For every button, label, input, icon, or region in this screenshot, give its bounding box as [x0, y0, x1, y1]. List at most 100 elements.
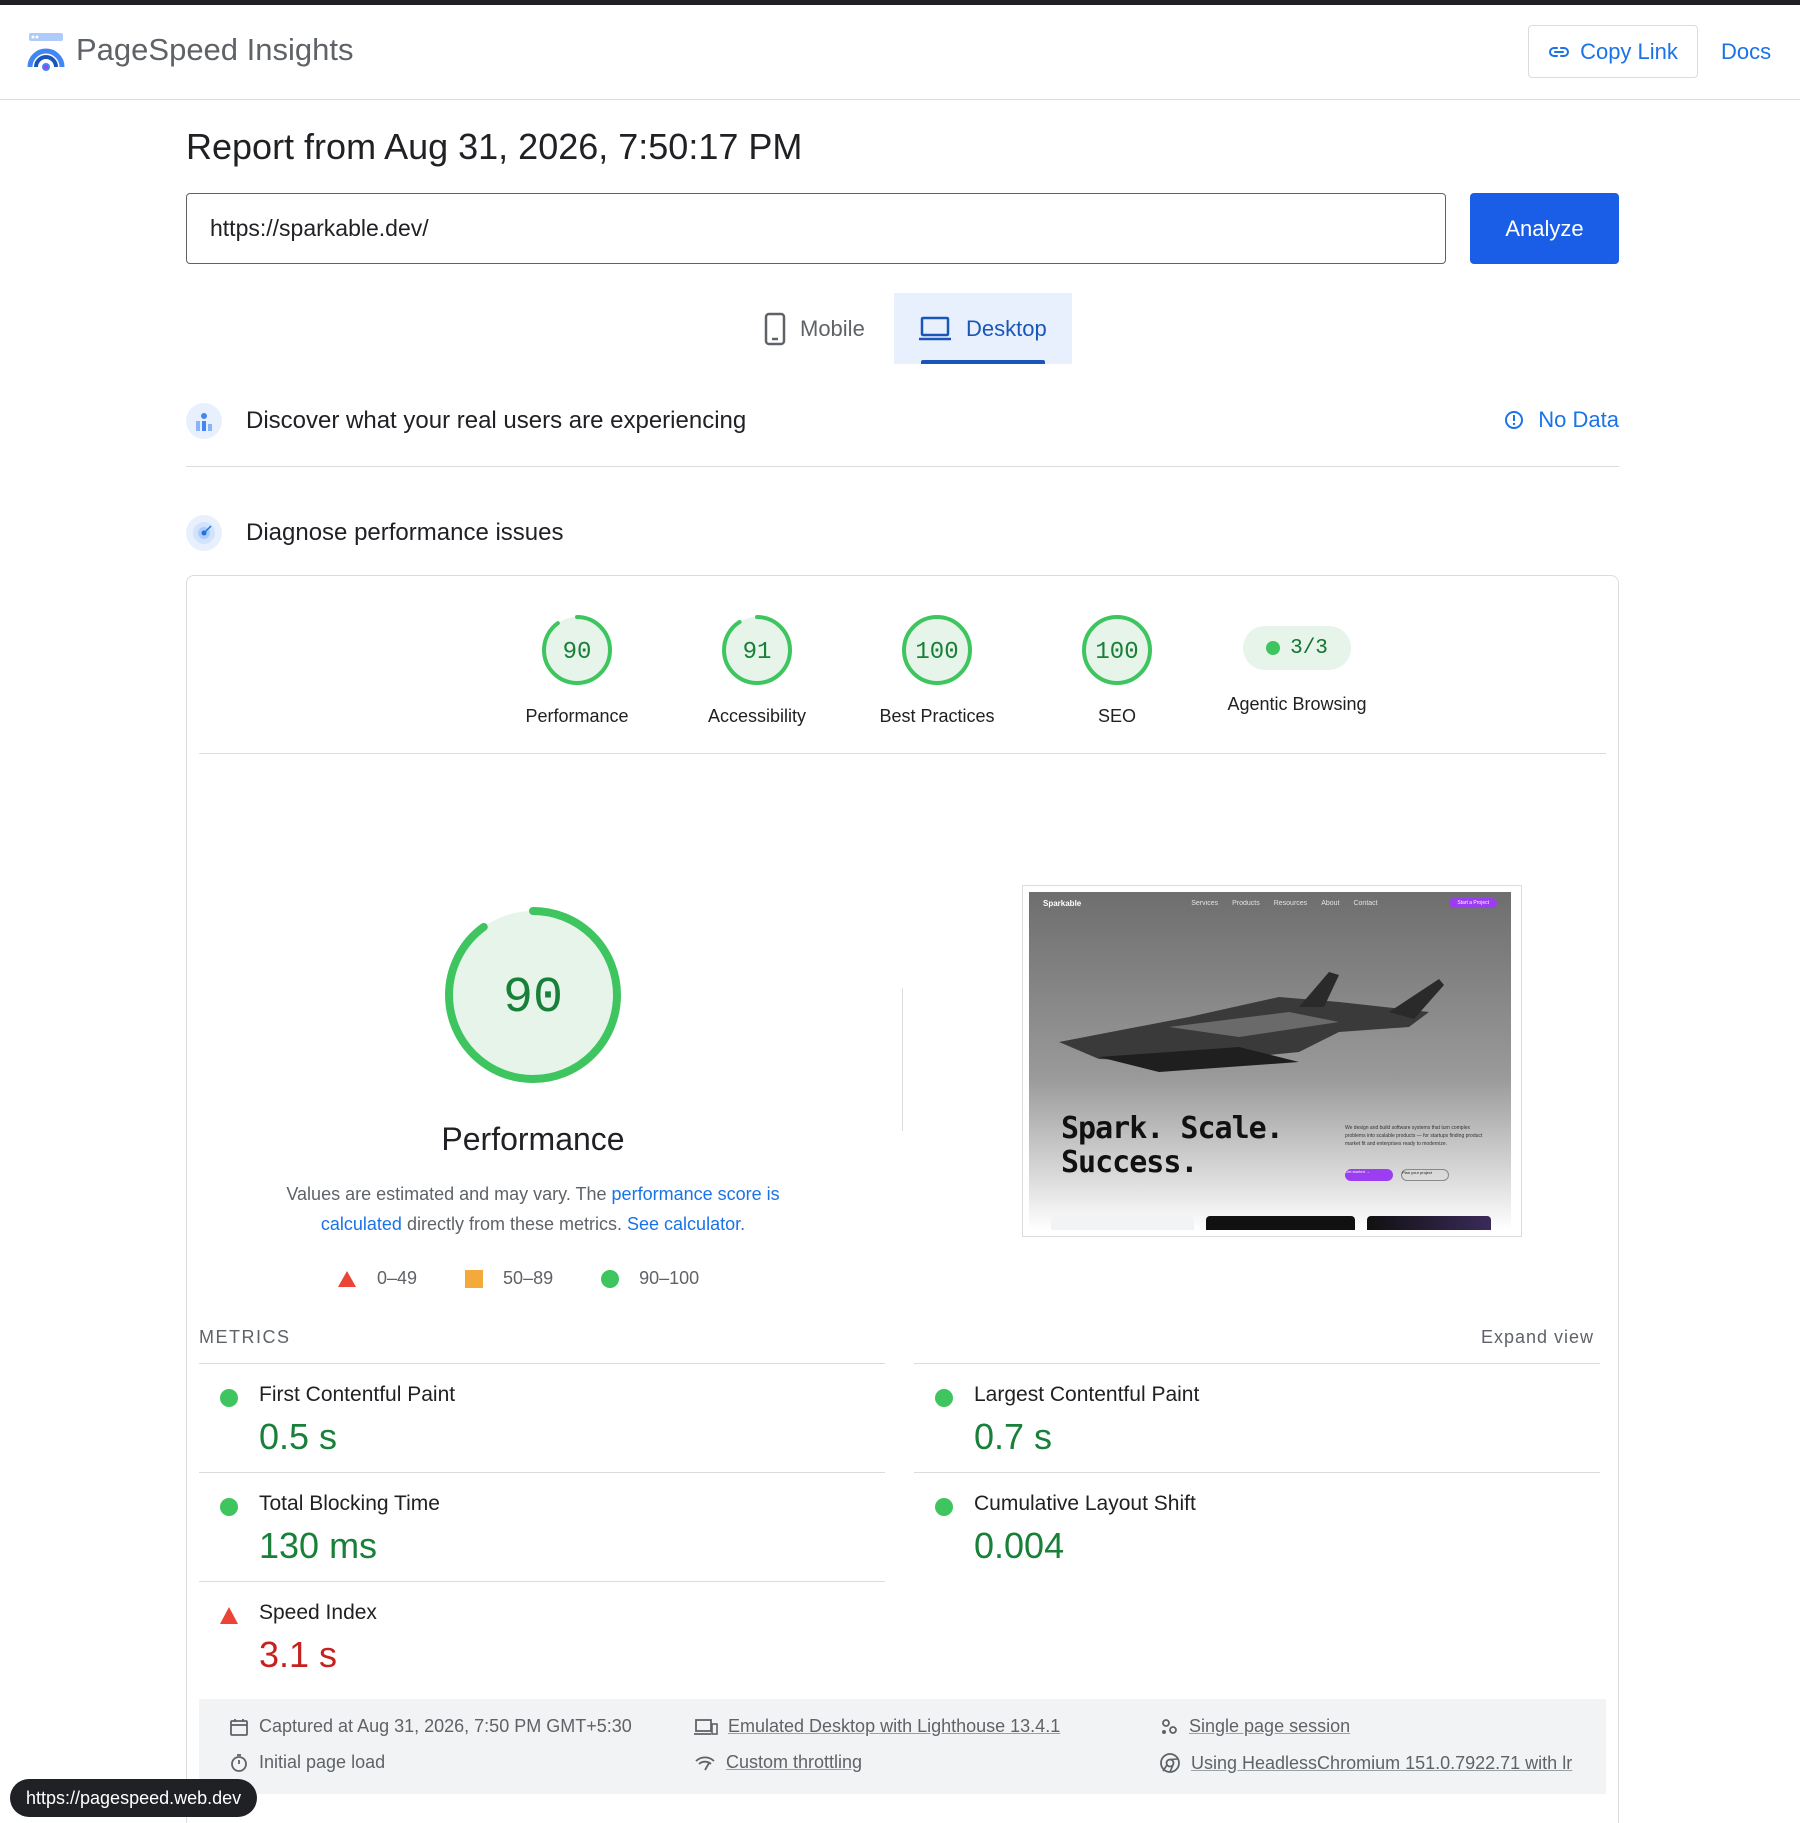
score-legend: 0–49 50–89 90–100	[337, 1268, 699, 1289]
legend-average: 50–89	[465, 1268, 553, 1289]
pagespeed-logo-icon[interactable]	[27, 31, 65, 73]
screenshot-thumb	[1366, 1216, 1492, 1230]
gauge-ring: 91	[722, 615, 792, 685]
app-title: PageSpeed Insights	[76, 32, 354, 67]
green-circle-icon	[220, 1389, 238, 1407]
gauge-label: Accessibility	[707, 706, 807, 726]
metric-value: 130 ms	[259, 1525, 378, 1566]
screenshot-nav-links: Services Products Resources About Contac…	[1191, 900, 1377, 907]
metric-name: Total Blocking Time	[259, 1492, 440, 1515]
screenshot-headline-1: Spark. Scale.	[1061, 1111, 1284, 1146]
gauge-ring: 100	[902, 615, 972, 685]
copy-link-button[interactable]: Copy Link	[1528, 25, 1698, 78]
docs-link[interactable]: Docs	[1721, 39, 1771, 65]
metric-value: 0.5 s	[259, 1416, 338, 1457]
performance-title: Performance	[441, 1121, 625, 1157]
throttling-text: Custom throttling	[726, 1752, 863, 1772]
emulated-device-text: Emulated Desktop with Lighthouse 13.4.1	[728, 1716, 1061, 1736]
diagnose-section-header: Diagnose performance issues	[186, 510, 1619, 556]
laptop-icon	[919, 316, 951, 340]
screenshot-thumb	[1206, 1216, 1355, 1230]
gauge-score: 91	[743, 639, 772, 666]
expand-view-toggle[interactable]: Expand view	[1481, 1327, 1594, 1348]
legend-good: 90–100	[601, 1268, 699, 1289]
analyze-button[interactable]: Analyze	[1470, 193, 1619, 264]
gauge-ring: 100	[1082, 615, 1152, 685]
screenshot-nav-link: Resources	[1273, 899, 1308, 907]
screenshot-headline-2: Success.	[1061, 1145, 1198, 1180]
section-divider	[186, 466, 1619, 467]
tab-mobile-label: Mobile	[800, 315, 865, 341]
screenshot-nav: Sparkable Services Products Resources Ab…	[1029, 892, 1511, 914]
screenshot-primary-button: Get started →	[1345, 1169, 1393, 1181]
screenshot-nav-link: Products	[1232, 899, 1260, 907]
screenshot-headline: Spark. Scale. Success.	[1061, 1111, 1284, 1180]
gauge-seo[interactable]: 100 SEO	[1027, 612, 1207, 727]
metric-value: 3.1 s	[259, 1634, 338, 1675]
gauge-accessibility[interactable]: 91 Accessibility	[667, 612, 847, 727]
gauge-performance[interactable]: 90 Performance	[487, 612, 667, 727]
lighthouse-report-card: 90 Performance 91 Accessibility 100 Best Prac…	[186, 575, 1619, 1823]
metric-cumulative-layout-shift: Cumulative Layout Shift 0.004	[914, 1472, 1600, 1581]
info-icon	[1505, 411, 1524, 429]
performance-score-text: 90	[503, 970, 563, 1027]
score-gauges: 90 Performance 91 Accessibility 100 Best Prac…	[487, 612, 1387, 727]
metric-value: 0.7 s	[974, 1416, 1053, 1457]
metric-total-blocking-time: Total Blocking Time 130 ms	[199, 1472, 885, 1581]
devices-icon	[694, 1718, 718, 1735]
tab-mobile[interactable]: Mobile	[740, 293, 894, 364]
diagnose-title: Diagnose performance issues	[246, 519, 564, 546]
green-circle-icon	[935, 1498, 953, 1516]
throttling[interactable]: Custom throttling	[694, 1752, 862, 1773]
gauge-label: Best Practices	[879, 706, 995, 726]
green-circle-icon	[220, 1498, 238, 1516]
diagnose-radar-icon	[186, 515, 222, 551]
chrome-icon	[1160, 1753, 1180, 1773]
browser-version-text: Using HeadlessChromium 151.0.7922.71 wit…	[1191, 1752, 1573, 1773]
perf-desc-middle: directly from these metrics.	[401, 1214, 628, 1234]
session-icon	[1162, 1718, 1177, 1734]
initial-page-load-text: Initial page load	[259, 1752, 386, 1772]
legend-poor: 0–49	[337, 1268, 417, 1289]
gauge-label: Performance	[525, 706, 629, 726]
session-type[interactable]: Single page session	[1159, 1716, 1350, 1737]
screenshot-nav-link: Contact	[1353, 899, 1378, 907]
crux-title: Discover what your real users are experi…	[246, 407, 747, 434]
wifi-icon	[695, 1756, 715, 1770]
url-input[interactable]	[186, 193, 1446, 264]
gauge-agentic-browsing[interactable]: 3/3 Agentic Browsing	[1207, 612, 1387, 727]
report-title: Report from Aug 31, 2026, 7:50:17 PM	[186, 126, 803, 167]
orange-square-icon	[465, 1269, 484, 1288]
jet-image-icon	[1059, 972, 1444, 1072]
final-screenshot[interactable]: Sparkable Services Products Resources Ab…	[1022, 885, 1522, 1237]
green-circle-icon	[601, 1269, 620, 1288]
app-header: PageSpeed Insights Copy Link Docs	[0, 5, 1800, 100]
red-triangle-icon	[220, 1607, 238, 1624]
green-circle-icon	[935, 1389, 953, 1407]
legend-average-range: 50–89	[503, 1268, 554, 1288]
tab-desktop[interactable]: Desktop	[894, 293, 1072, 364]
gauge-score: 100	[1095, 639, 1138, 666]
legend-good-range: 90–100	[639, 1268, 700, 1288]
no-data-label: No Data	[1538, 407, 1619, 432]
gauge-best-practices[interactable]: 100 Best Practices	[847, 612, 1027, 727]
copy-link-label: Copy Link	[1580, 38, 1678, 64]
calendar-icon	[230, 1718, 248, 1736]
phone-icon	[764, 312, 786, 345]
browser-version[interactable]: Using HeadlessChromium 151.0.7922.71 wit…	[1159, 1752, 1572, 1774]
performance-description: Values are estimated and may vary. The p…	[247, 1179, 819, 1239]
metric-name: Largest Contentful Paint	[974, 1383, 1200, 1406]
device-tabs: Mobile Desktop	[740, 293, 1072, 364]
status-bar-url: https://pagespeed.web.dev	[10, 1779, 258, 1817]
tab-desktop-label: Desktop	[966, 315, 1047, 341]
emulated-device[interactable]: Emulated Desktop with Lighthouse 13.4.1	[694, 1716, 1060, 1737]
metric-name: Speed Index	[259, 1601, 377, 1624]
see-calculator-link[interactable]: See calculator.	[627, 1214, 745, 1234]
gauge-ring: 90	[542, 615, 612, 685]
captured-at-text: Captured at Aug 31, 2026, 7:50 PM GMT+5:…	[259, 1716, 632, 1736]
no-data-link[interactable]: No Data	[1504, 407, 1619, 433]
screenshot-image: Sparkable Services Products Resources Ab…	[1029, 892, 1511, 1230]
performance-score-gauge: 90	[445, 907, 621, 1083]
perf-desc-prefix: Values are estimated and may vary. The	[286, 1184, 612, 1204]
legend-poor-range: 0–49	[377, 1268, 418, 1288]
